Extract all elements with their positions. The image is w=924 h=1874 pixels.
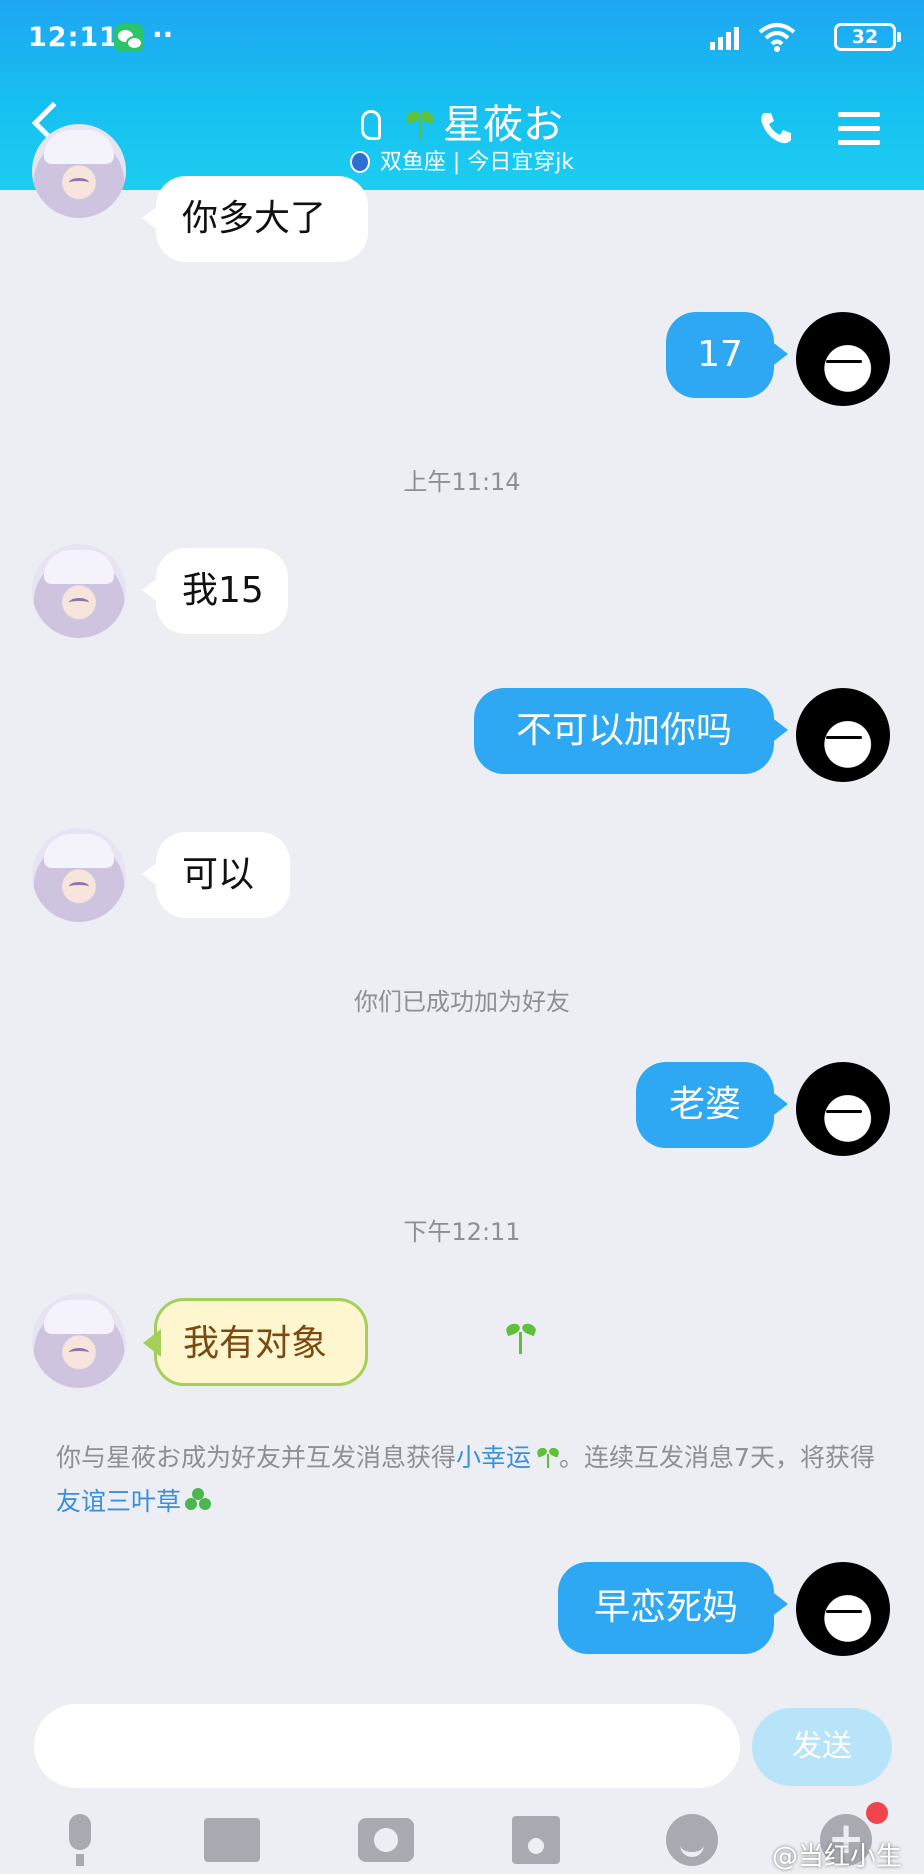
message-bubble-right[interactable]: 17: [666, 312, 788, 398]
ear-icon[interactable]: [361, 110, 381, 140]
notification-dot: [866, 1802, 888, 1824]
message-bubble-left[interactable]: 可以: [142, 832, 290, 918]
lucky-link[interactable]: 小幸运: [456, 1443, 531, 1472]
mic-icon[interactable]: [52, 1814, 108, 1866]
message-bubble-special[interactable]: 我有对象: [143, 1298, 368, 1386]
message-bubble-left[interactable]: 你多大了: [142, 176, 368, 262]
contact-name: 星莜お: [443, 102, 563, 148]
send-button[interactable]: 发送: [752, 1708, 892, 1786]
contact-avatar[interactable]: [32, 124, 126, 218]
message-input[interactable]: [34, 1704, 740, 1788]
system-message: 你们已成功加为好友: [354, 988, 570, 1016]
timestamp: 上午11:14: [403, 468, 521, 496]
message-bubble-left[interactable]: 我15: [142, 548, 288, 634]
contact-status: 双鱼座 | 今日宜穿jk: [379, 150, 575, 175]
my-avatar[interactable]: [796, 1562, 890, 1656]
contact-avatar[interactable]: [32, 828, 126, 922]
chat-subtitle[interactable]: 双鱼座 | 今日宜穿jk: [0, 144, 924, 176]
contact-avatar[interactable]: [32, 544, 126, 638]
contact-avatar[interactable]: [32, 1294, 126, 1388]
battery-icon: 32: [834, 23, 901, 51]
camera-icon[interactable]: [358, 1818, 414, 1862]
notice-text: 你与星莜お成为好友并互发消息获得: [56, 1443, 457, 1472]
my-avatar[interactable]: [796, 312, 890, 406]
status-time: 12:11: [28, 22, 119, 53]
image-icon[interactable]: [204, 1818, 260, 1862]
message-bubble-right[interactable]: 不可以加你吗: [474, 688, 788, 774]
status-bar: 12:11 ·· 32: [28, 18, 901, 58]
chat-header: 12:11 ·· 32 星莜お 双鱼座 | 今日宜穿jk: [0, 0, 924, 190]
friendship-notice: 你与星莜お成为好友并互发消息获得小幸运 。连续互发消息7天，将获得友谊三叶草: [56, 1436, 886, 1524]
sprout-icon: [537, 1446, 559, 1468]
clover-icon: [185, 1488, 212, 1514]
emoji-icon[interactable]: [666, 1814, 718, 1866]
clover-link[interactable]: 友谊三叶草: [56, 1487, 181, 1516]
red-packet-icon[interactable]: [512, 1816, 560, 1864]
more-notifications-dots: ··: [152, 18, 174, 51]
phone-icon[interactable]: [758, 110, 794, 146]
menu-icon[interactable]: [838, 112, 880, 146]
sprout-icon: [405, 110, 435, 140]
sprout-icon: [506, 1322, 536, 1356]
wifi-icon: [758, 23, 796, 52]
notice-text: 。连续互发消息7天，将获得: [559, 1443, 875, 1472]
message-bubble-right[interactable]: 老婆: [636, 1062, 788, 1148]
badge-icon: [349, 151, 370, 173]
wechat-notification-icon: [114, 24, 144, 52]
message-bubble-right[interactable]: 早恋死妈: [558, 1562, 788, 1654]
timestamp: 下午12:11: [403, 1218, 521, 1246]
watermark: @当红小生: [772, 1842, 903, 1872]
signal-icon: [710, 24, 746, 50]
my-avatar[interactable]: [796, 1062, 890, 1156]
my-avatar[interactable]: [796, 688, 890, 782]
